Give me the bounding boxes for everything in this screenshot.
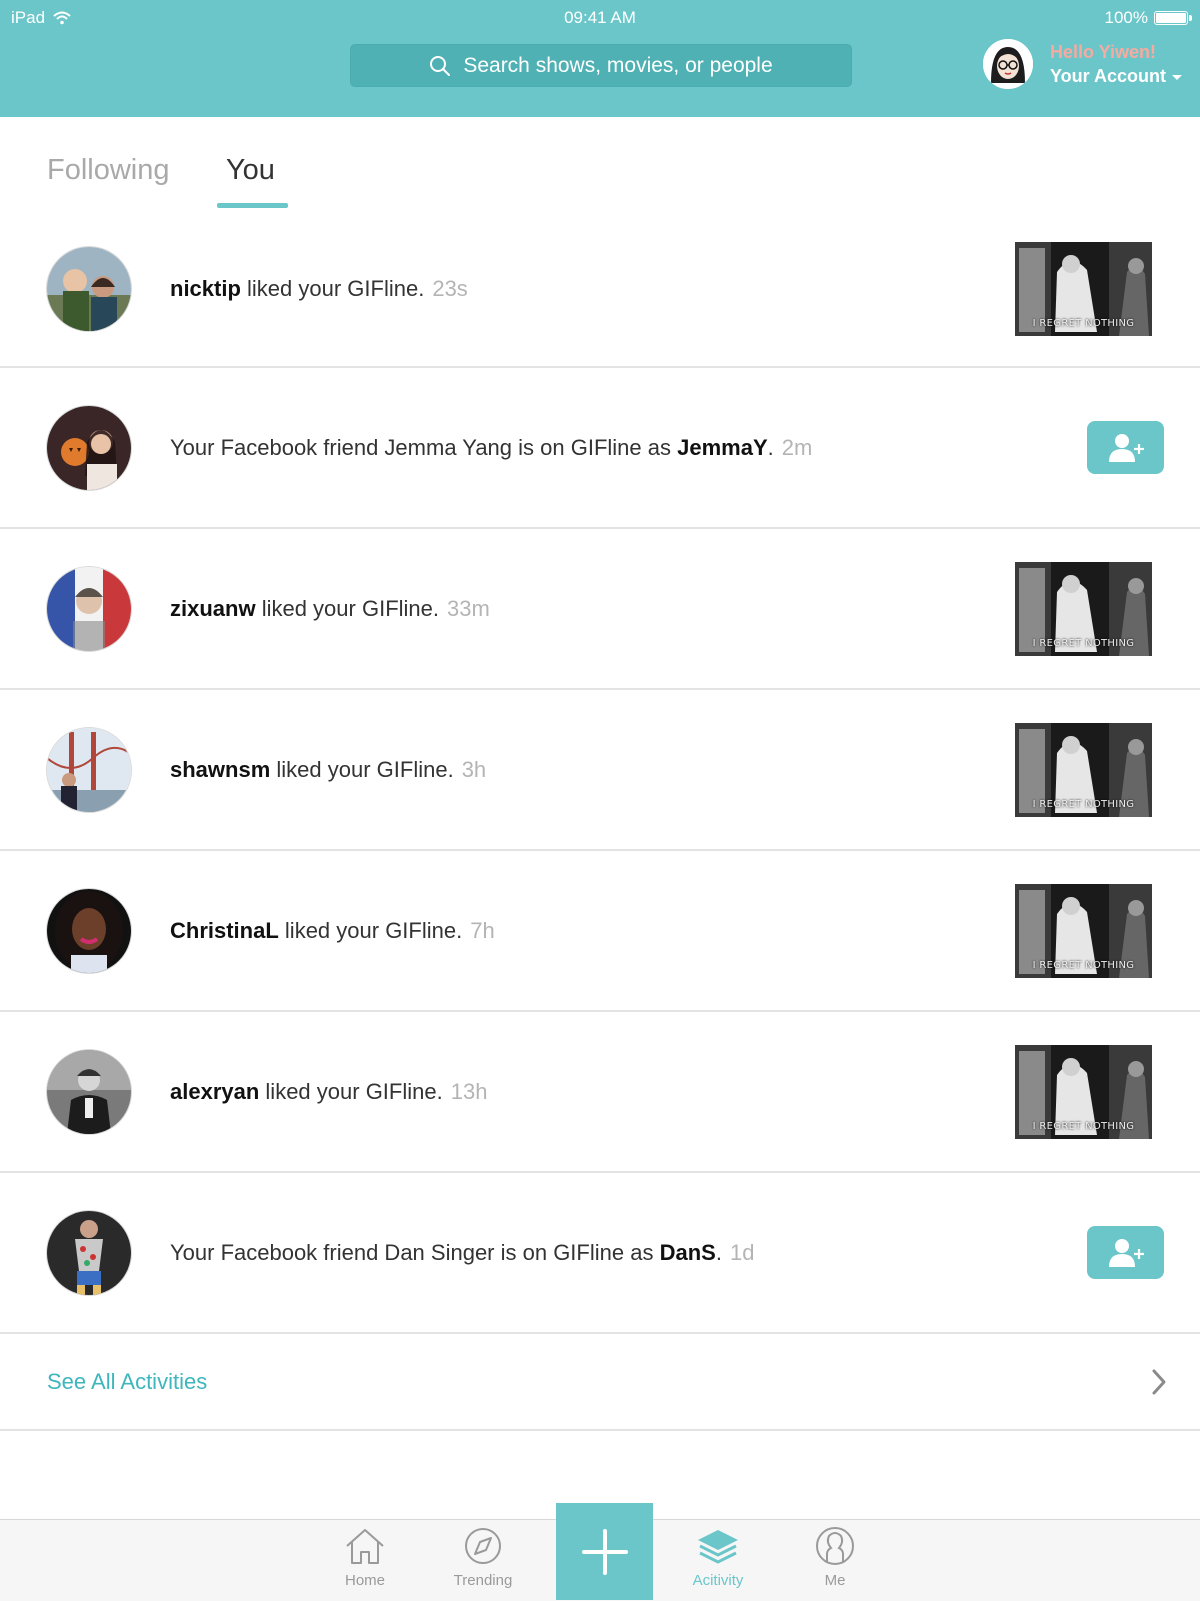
layers-icon [698,1530,738,1564]
activity-time: 23s [432,276,468,301]
activity-username[interactable]: alexryan [170,1079,259,1104]
activity-message: Your Facebook friend Jemma Yang is on GI… [170,435,812,461]
compass-icon [465,1528,501,1564]
activity-row[interactable]: alexryan liked your GIFline. 13h I REGRET… [0,1012,1200,1173]
user-avatar[interactable] [47,1210,131,1295]
user-avatar[interactable] [47,566,131,651]
gif-thumbnail[interactable]: I REGRET NOTHING [1015,561,1152,656]
add-friend-button[interactable] [1087,420,1164,474]
gif-caption: I REGRET NOTHING [1032,798,1135,810]
tab-you[interactable]: You [226,154,275,187]
activity-username[interactable]: nicktip [170,276,241,301]
top-bar: iPad 09:41 AM 100% Search shows, movies,… [0,0,1200,117]
tabbar-me-label: Me [824,1572,846,1589]
account-menu[interactable]: Hello Yiwen! Your Account [983,38,1188,90]
wifi-icon [53,11,71,25]
see-all-label[interactable]: See All Activities [47,1369,207,1395]
activity-message: alexryan liked your GIFline. 13h [170,1079,487,1105]
activity-message: shawnsm liked your GIFline. 3h [170,757,486,783]
activity-text: liked your GIFline. [265,1078,443,1104]
activity-username[interactable]: zixuanw [170,596,256,621]
tabbar-home-label: Home [344,1572,385,1589]
gif-thumbnail[interactable]: I REGRET NOTHING [1015,883,1152,978]
account-label: Your Account [1050,66,1166,86]
tabbar-me[interactable]: Me [780,1526,890,1589]
carrier-label: iPad [11,8,46,27]
activity-list: nicktip liked your GIFline. 23s I REGRET … [0,212,1200,1431]
search-icon [430,55,451,76]
battery-icon [1154,11,1192,25]
tabbar-activity[interactable]: Acitivity [663,1526,773,1589]
gif-thumbnail[interactable]: I REGRET NOTHING [1015,1044,1152,1139]
activity-message: zixuanw liked your GIFline. 33m [170,596,490,622]
activity-username[interactable]: JemmaY [677,435,768,460]
activity-text: liked your GIFline. [284,917,463,943]
gif-thumbnail[interactable]: I REGRET NOTHING [1015,722,1152,817]
activity-time: 7h [470,917,495,943]
activity-time: 3h [461,756,487,782]
activity-punctuation: . [715,1239,722,1265]
activity-row[interactable]: zixuanw liked your GIFline. 33m I REGRET … [0,529,1200,690]
user-avatar[interactable] [47,888,131,973]
gif-thumbnail[interactable]: I REGRET NOTHING [1015,242,1152,336]
create-post-button[interactable] [556,1503,653,1600]
add-user-icon [1108,1239,1144,1267]
see-all-activities[interactable]: See All Activities [0,1334,1200,1431]
activity-row[interactable]: ChristinaL liked your GIFline. 7h I REGRE… [0,851,1200,1012]
tabbar-activity-label: Acitivity [692,1572,744,1589]
battery-percent: 100% [1104,8,1148,27]
home-icon [346,1529,384,1564]
plus-icon [581,1528,628,1575]
activity-text: Your Facebook friend Jemma Yang is on GI… [170,434,671,460]
activity-time: 1d [729,1239,755,1265]
activity-text: liked your GIFline. [247,276,425,301]
activity-message: Your Facebook friend Dan Singer is on GI… [170,1240,754,1266]
tabbar-trending-label: Trending [453,1572,513,1589]
add-user-icon [1108,434,1144,462]
activity-message: nicktip liked your GIFline. 23s [170,276,468,302]
activity-username[interactable]: ChristinaL [170,918,279,943]
cartoon-avatar-icon [983,39,1033,89]
search-placeholder: Search shows, movies, or people [463,53,773,77]
activity-message: ChristinaL liked your GIFline. 7h [170,918,495,944]
user-avatar[interactable] [47,405,131,490]
activity-row[interactable]: nicktip liked your GIFline. 23s I REGRET … [0,212,1200,368]
caret-down-icon [1172,74,1182,80]
activity-text: liked your GIFline. [261,595,439,621]
activity-username[interactable]: DanS [660,1240,716,1265]
activity-row[interactable]: Your Facebook friend Dan Singer is on GI… [0,1173,1200,1334]
tabbar-home[interactable]: Home [310,1526,420,1589]
active-tab-indicator [217,203,288,208]
activity-time: 13h [450,1078,488,1104]
gif-caption: I REGRET NOTHING [1032,318,1135,329]
status-carrier: iPad [11,8,71,28]
gif-caption: I REGRET NOTHING [1032,1120,1135,1132]
activity-text: Your Facebook friend Dan Singer is on GI… [170,1239,654,1265]
gif-caption: I REGRET NOTHING [1032,959,1135,971]
profile-icon [816,1527,854,1565]
gif-caption: I REGRET NOTHING [1032,637,1135,649]
status-battery: 100% [1104,8,1192,28]
status-time: 09:41 AM [564,8,636,27]
account-greeting: Hello Yiwen! [1050,42,1157,62]
activity-punctuation: . [767,434,774,460]
search-bar[interactable]: Search shows, movies, or people [350,44,852,87]
tab-following[interactable]: Following [47,154,170,187]
activity-username[interactable]: shawnsm [170,757,270,782]
account-avatar[interactable] [983,39,1033,89]
account-dropdown[interactable]: Your Account [1050,64,1182,88]
add-friend-button[interactable] [1087,1225,1164,1279]
user-avatar[interactable] [47,727,131,812]
user-avatar[interactable] [47,247,131,331]
activity-row[interactable]: Your Facebook friend Jemma Yang is on GI… [0,368,1200,529]
activity-text: liked your GIFline. [276,756,454,782]
activity-row[interactable]: shawnsm liked your GIFline. 3h I REGRET N… [0,690,1200,851]
activity-time: 33m [447,595,490,621]
user-avatar[interactable] [47,1049,131,1134]
tabbar-trending[interactable]: Trending [428,1526,538,1589]
chevron-right-icon[interactable] [1151,1368,1167,1396]
activity-time: 2m [781,434,813,460]
